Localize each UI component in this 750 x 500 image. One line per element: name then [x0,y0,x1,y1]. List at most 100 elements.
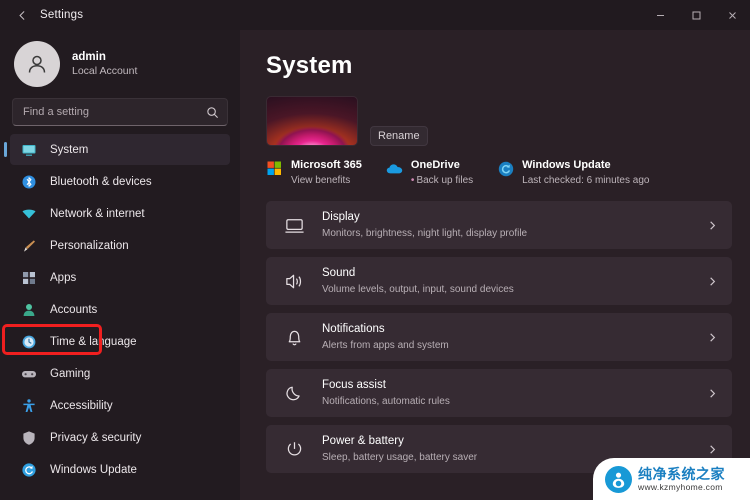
status-text: OneDrive • Back up files [411,158,473,187]
bullet-dot-icon: • [410,175,415,187]
main-content: System Rename Microsoft 365 View benefit… [240,30,750,500]
settings-row-title: Power & battery [322,435,404,448]
user-avatar-icon [14,41,60,87]
power-icon [282,437,306,461]
device-card: Rename [266,96,732,146]
status-row: Microsoft 365 View benefits OneDrive • Ba… [266,158,732,187]
sidebar-item-bluetooth-devices[interactable]: Bluetooth & devices [10,166,230,197]
sidebar-item-label: Network & internet [50,207,145,220]
settings-row-subtitle: Monitors, brightness, night light, displ… [322,228,528,240]
sidebar-item-gaming[interactable]: Gaming [10,358,230,389]
bluetooth-icon [20,173,38,191]
search-icon [206,106,219,119]
sidebar-item-apps[interactable]: Apps [10,262,230,293]
gamepad-icon [20,365,38,383]
watermark: 纯净系统之家 www.kzmyhome.com [593,458,750,500]
settings-row-sound[interactable]: Sound Volume levels, output, input, soun… [266,257,732,306]
speaker-icon [282,269,306,293]
watermark-text: 纯净系统之家 www.kzmyhome.com [638,466,725,493]
sidebar-item-label: Windows Update [50,463,137,476]
chevron-right-icon[interactable] [707,388,718,399]
wifi-icon [20,205,38,223]
sidebar-item-label: Gaming [50,367,91,380]
sidebar-item-label: Accessibility [50,399,113,412]
status-text: Windows Update Last checked: 6 minutes a… [522,158,649,187]
status-text: Microsoft 365 View benefits [291,158,362,187]
sidebar-item-windows-update[interactable]: Windows Update [10,454,230,485]
clock-icon [20,333,38,351]
status-subtitle: View benefits [291,175,351,187]
sidebar-item-network-internet[interactable]: Network & internet [10,198,230,229]
microsoft-logo-icon [266,160,283,177]
maximize-icon[interactable] [678,0,714,30]
back-arrow-icon[interactable] [8,4,36,26]
status-item-microsoft-365[interactable]: Microsoft 365 View benefits [266,158,362,187]
sidebar-item-label: System [50,143,89,156]
status-title: OneDrive [410,159,460,171]
rename-button[interactable]: Rename [370,126,428,146]
status-title: Microsoft 365 [291,159,362,171]
window-body: admin Local Account Find a setting Syste… [0,30,750,500]
sidebar-item-label: Personalization [50,239,129,252]
sidebar-item-accounts[interactable]: Accounts [10,294,230,325]
settings-window: Settings admin Local Account Find a sett… [0,0,750,500]
settings-row-notifications[interactable]: Notifications Alerts from apps and syste… [266,313,732,362]
account-text: admin Local Account [72,50,137,79]
shield-icon [20,429,38,447]
sidebar-item-personalization[interactable]: Personalization [10,230,230,261]
settings-row-text: Focus assist Notifications, automatic ru… [322,378,707,408]
chevron-right-icon[interactable] [707,332,718,343]
settings-row-subtitle: Notifications, automatic rules [322,396,450,408]
settings-rows: Display Monitors, brightness, night ligh… [266,201,732,474]
chevron-right-icon[interactable] [707,276,718,287]
sidebar-item-accessibility[interactable]: Accessibility [10,390,230,421]
watermark-url: www.kzmyhome.com [638,481,723,492]
settings-row-text: Sound Volume levels, output, input, soun… [322,266,707,296]
settings-row-title: Focus assist [322,379,386,392]
sidebar-item-time-language[interactable]: Time & language [10,326,230,357]
close-icon[interactable] [714,0,750,30]
search-input[interactable] [23,106,206,118]
sidebar-nav: System Bluetooth & devices Network & int… [0,134,240,485]
window-controls [642,0,750,30]
display-icon [282,213,306,237]
settings-row-text: Notifications Alerts from apps and syste… [322,322,707,352]
sidebar-item-system[interactable]: System [4,134,230,165]
device-wallpaper-thumbnail [266,96,358,146]
update-icon [497,160,514,177]
update-icon [20,461,38,479]
search-box[interactable] [12,98,228,126]
title-bar: Settings [0,0,750,30]
page-title: System [266,52,353,79]
settings-row-display[interactable]: Display Monitors, brightness, night ligh… [266,201,732,250]
settings-row-focus-assist[interactable]: Focus assist Notifications, automatic ru… [266,369,732,418]
status-item-windows-update[interactable]: Windows Update Last checked: 6 minutes a… [497,158,649,187]
settings-row-title: Display [322,211,360,224]
sidebar-item-privacy-security[interactable]: Privacy & security [10,422,230,453]
search-wrapper [0,92,240,134]
status-subtitle: Last checked: 6 minutes ago [522,175,650,187]
sidebar-item-label: Apps [50,271,77,284]
status-item-onedrive[interactable]: OneDrive • Back up files [386,158,473,187]
onedrive-cloud-icon [386,160,403,177]
settings-row-text: Display Monitors, brightness, night ligh… [322,210,707,240]
person-icon [20,301,38,319]
settings-row-title: Sound [322,267,356,280]
sidebar-item-label: Bluetooth & devices [50,175,152,188]
account-summary[interactable]: admin Local Account [0,36,240,92]
bell-icon [282,325,306,349]
chevron-right-icon[interactable] [707,220,718,231]
settings-row-subtitle: Alerts from apps and system [322,340,449,352]
minimize-icon[interactable] [642,0,678,30]
accessibility-icon [20,397,38,415]
settings-row-subtitle: Volume levels, output, input, sound devi… [322,284,514,296]
account-subtitle: Local Account [72,65,138,78]
chevron-right-icon[interactable] [707,444,718,455]
paintbrush-icon [20,237,38,255]
account-name: admin [72,50,106,63]
apps-icon [20,269,38,287]
status-subtitle: • Back up files [410,175,474,187]
monitor-icon [20,141,38,159]
status-title: Windows Update [522,159,611,171]
sidebar: admin Local Account Find a setting Syste… [0,30,240,500]
